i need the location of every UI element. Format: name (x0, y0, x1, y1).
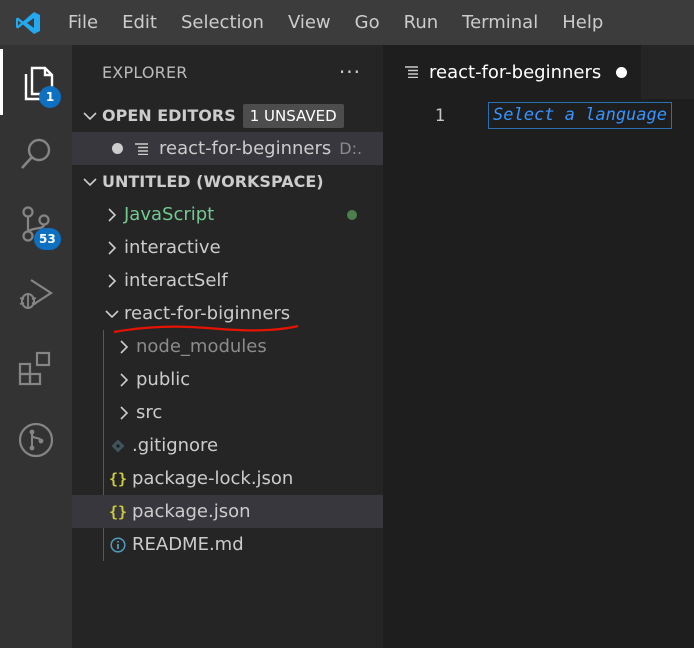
file-package-lock-json[interactable]: {} package-lock.json (72, 462, 383, 495)
folder-interactself[interactable]: interactSelf (72, 264, 383, 297)
unsaved-dot-icon[interactable] (112, 143, 123, 154)
editor-tab-active[interactable]: react-for-beginners (383, 45, 642, 99)
explorer-activity-button[interactable]: 1 (0, 49, 72, 115)
editor-tabs: react-for-beginners (383, 45, 694, 99)
run-debug-activity-button[interactable] (0, 261, 72, 327)
folder-label: public (136, 369, 191, 390)
title-bar: File Edit Selection View Go Run Terminal… (0, 0, 694, 45)
workspace-section-header[interactable]: UNTITLED (WORKSPACE) (72, 165, 383, 198)
extensions-activity-button[interactable] (0, 335, 72, 401)
json-file-icon: {} (108, 469, 128, 488)
folder-src[interactable]: src (72, 396, 383, 429)
json-file-icon: {} (108, 502, 128, 521)
explorer-header: EXPLORER ··· (72, 45, 383, 99)
folder-label: JavaScript (124, 204, 215, 225)
explorer-sidebar: EXPLORER ··· OPEN EDITORS 1 UNSAVED reac… (72, 45, 383, 648)
source-control-badge: 53 (34, 228, 61, 250)
menu-run[interactable]: Run (392, 0, 451, 45)
menu-view[interactable]: View (276, 0, 343, 45)
search-activity-button[interactable] (0, 121, 72, 187)
select-language-hint[interactable]: Select a language (488, 102, 672, 129)
file-label: package-lock.json (132, 468, 294, 489)
chevron-down-icon (78, 99, 102, 132)
source-control-activity-button[interactable]: 53 (0, 191, 72, 257)
menu-terminal[interactable]: Terminal (450, 0, 550, 45)
git-file-icon (104, 439, 132, 453)
react-folder-children: node_modules public src .gitignore {} pa… (72, 330, 383, 561)
git-graph-icon (18, 422, 54, 458)
open-editors-label: OPEN EDITORS (102, 106, 236, 125)
open-editor-item[interactable]: react-for-beginners D:. (72, 132, 383, 165)
menu-edit[interactable]: Edit (110, 0, 169, 45)
search-icon (21, 138, 51, 169)
plain-text-file-icon (135, 142, 149, 155)
plain-text-file-icon (405, 66, 419, 78)
chevron-right-icon (112, 363, 136, 396)
unsaved-dot-icon[interactable] (616, 66, 628, 78)
folder-label: interactSelf (124, 270, 228, 291)
chevron-right-icon (112, 330, 136, 363)
activity-bar: 1 53 (0, 45, 72, 648)
chevron-right-icon (100, 264, 124, 297)
chevron-down-icon (78, 165, 102, 198)
chevron-right-icon (100, 231, 124, 264)
explorer-title: EXPLORER (102, 62, 188, 82)
file-label: .gitignore (132, 435, 219, 456)
folder-label: src (136, 402, 163, 423)
more-actions-button[interactable]: ··· (339, 60, 361, 84)
run-debug-icon (19, 279, 54, 309)
vscode-logo-icon (0, 0, 56, 45)
folder-javascript[interactable]: JavaScript (72, 198, 383, 231)
chevron-right-icon (100, 198, 124, 231)
file-label: package.json (132, 501, 251, 522)
line-number: 1 (434, 105, 445, 126)
explorer-badge: 1 (39, 86, 61, 108)
menu-file[interactable]: File (56, 0, 110, 45)
workspace-label: UNTITLED (WORKSPACE) (102, 172, 324, 191)
file-package-json[interactable]: {} package.json (72, 495, 383, 528)
gitlens-activity-button[interactable] (0, 407, 72, 473)
menu-help[interactable]: Help (550, 0, 615, 45)
folder-label: node_modules (136, 336, 267, 357)
folder-interactive[interactable]: interactive (72, 231, 383, 264)
menu-selection[interactable]: Selection (169, 0, 276, 45)
folder-public[interactable]: public (72, 363, 383, 396)
open-editor-path: D:. (339, 139, 363, 158)
extensions-icon (18, 351, 51, 386)
editor-area: react-for-beginners 1 Select a language (383, 45, 694, 648)
folder-label: interactive (124, 237, 221, 258)
file-readme-md[interactable]: README.md (72, 528, 383, 561)
code-line[interactable]: 1 Select a language (383, 99, 694, 132)
folder-node-modules[interactable]: node_modules (72, 330, 383, 363)
git-modified-dot-icon (347, 209, 357, 220)
open-editors-section-header[interactable]: OPEN EDITORS 1 UNSAVED (72, 99, 383, 132)
menu-go[interactable]: Go (343, 0, 392, 45)
tab-title: react-for-beginners (429, 61, 602, 83)
open-editor-name: react-for-beginners (159, 138, 332, 159)
file-gitignore[interactable]: .gitignore (72, 429, 383, 462)
chevron-right-icon (112, 396, 136, 429)
info-file-icon (104, 536, 132, 553)
file-label: README.md (132, 534, 244, 555)
menu-bar: File Edit Selection View Go Run Terminal… (56, 0, 615, 45)
unsaved-count-badge: 1 UNSAVED (242, 103, 344, 128)
folder-react-for-biginners[interactable]: react-for-biginners (72, 297, 383, 334)
